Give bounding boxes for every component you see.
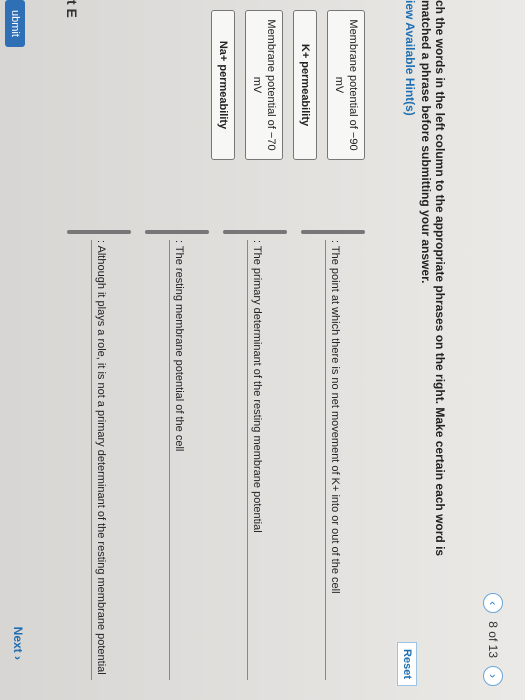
phrase-text: : The point at which there is no net mov… (329, 240, 341, 594)
divider (169, 240, 170, 680)
word-k-permeability[interactable]: K+ permeability (293, 10, 317, 160)
question-navigation: ‹ 8 of 13 › (483, 593, 503, 686)
question-panel: t E ‹ 8 of 13 › ch the words in the left… (0, 0, 525, 700)
drop-zone[interactable] (223, 230, 287, 234)
phrase-row: : The point at which there is no net mov… (301, 230, 365, 680)
word-membrane-potential-90[interactable]: Membrane potential of −90 mV (327, 10, 365, 160)
submit-button[interactable]: ubmit (5, 0, 25, 47)
question-counter: 8 of 13 (486, 621, 500, 658)
instructions-text: ch the words in the left column to the a… (419, 0, 447, 557)
phrase-row: : The resting membrane potential of the … (145, 230, 209, 680)
divider (247, 240, 248, 680)
phrase-text: : The resting membrane potential of the … (173, 240, 185, 452)
reset-button[interactable]: Reset (397, 642, 417, 686)
word-bank: Membrane potential of −90 mV K+ permeabi… (201, 10, 365, 160)
chevron-right-icon[interactable]: › (483, 666, 503, 686)
drop-zone[interactable] (67, 230, 131, 234)
view-hints-link[interactable]: iew Available Hint(s) (403, 0, 417, 116)
drop-zone[interactable] (301, 230, 365, 234)
phrase-text: : The primary determinant of the resting… (251, 240, 263, 533)
part-title: t E (64, 0, 80, 18)
next-button[interactable]: Next › (11, 627, 25, 660)
word-na-permeability[interactable]: Na+ permeability (211, 10, 235, 160)
phrase-text: : Although it plays a role, it is not a … (95, 240, 107, 675)
drop-zone[interactable] (145, 230, 209, 234)
phrase-list: : The point at which there is no net mov… (53, 230, 365, 680)
phrase-row: : Although it plays a role, it is not a … (67, 230, 131, 680)
divider (325, 240, 326, 680)
phrase-row: : The primary determinant of the resting… (223, 230, 287, 680)
word-membrane-potential-70[interactable]: Membrane potential of −70 mV (245, 10, 283, 160)
divider (91, 240, 92, 680)
chevron-left-icon[interactable]: ‹ (483, 593, 503, 614)
